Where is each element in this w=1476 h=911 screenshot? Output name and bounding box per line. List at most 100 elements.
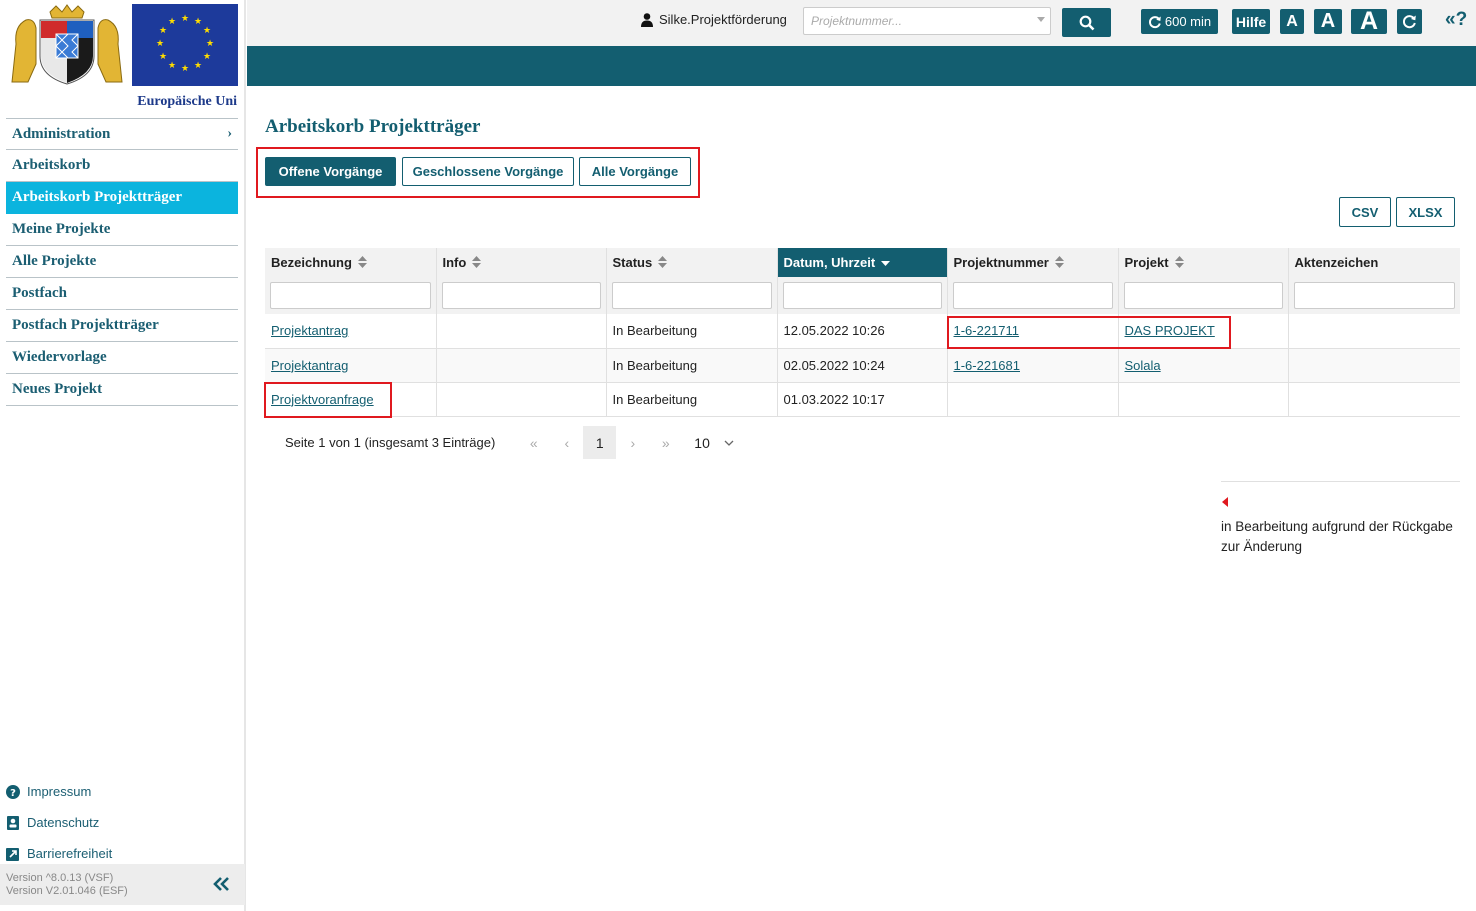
nav-item-label: Arbeitskorb Projektträger [12,189,183,205]
filter-open-button[interactable]: Offene Vorgänge [265,157,396,186]
user-icon [641,12,653,27]
bezeichnung-link[interactable]: Projektantrag [271,358,348,373]
reload-button[interactable] [1397,9,1422,34]
svg-text:★: ★ [194,17,202,27]
nav-item-postfach[interactable]: Postfach [6,278,238,310]
nav-item-postfach-projekttraeger[interactable]: Postfach Projektträger [6,310,238,342]
cell-projektnummer [946,382,1118,417]
project-number-search-input[interactable] [803,7,1051,35]
cell-datum: 01.03.2022 10:17 [776,382,947,417]
work-basket-table: Bezeichnung Info Status Datum, Uhrzeit P… [265,248,1460,417]
main-navigation: Administration › Arbeitskorb Arbeitskorb… [6,118,238,406]
page-title: Arbeitskorb Projektträger [265,116,481,137]
font-size-medium-button[interactable]: A [1314,9,1342,34]
filter-cell [435,277,606,314]
font-size-small-button[interactable]: A [1280,9,1304,34]
cell-datum: 02.05.2022 10:24 [776,348,947,383]
font-size-large-button[interactable]: A [1351,7,1387,35]
session-timer-button[interactable]: 600 min [1141,9,1218,34]
bavaria-coat-of-arms-logo [6,4,128,86]
cell-projekt [1117,382,1288,417]
version-info: Version ^8.0.13 (VSF) Version V2.01.046 … [6,872,128,898]
help-button[interactable]: Hilfe [1232,9,1270,34]
cell-status: In Bearbeitung [605,382,777,417]
cell-bezeichnung: Projektantrag [265,314,436,349]
cell-datum: 12.05.2022 10:26 [776,314,947,349]
filter-closed-button[interactable]: Geschlossene Vorgänge [402,157,574,186]
pagination: Seite 1 von 1 (insgesamt 3 Einträge) « ‹… [285,426,734,459]
refresh-icon [1148,15,1161,28]
export-xlsx-button[interactable]: XLSX [1396,197,1455,227]
column-header-bezeichnung[interactable]: Bezeichnung [265,248,436,277]
filter-aktenzeichen-input[interactable] [1293,282,1455,309]
column-header-projektnummer[interactable]: Projektnummer [946,248,1118,277]
cell-info [435,348,606,383]
filter-bezeichnung-input[interactable] [270,282,431,309]
filter-info-input[interactable] [441,282,601,309]
column-header-status[interactable]: Status [605,248,777,277]
next-page-button[interactable]: › [616,426,649,459]
nav-item-arbeitskorb-projekttraeger[interactable]: Arbeitskorb Projektträger [6,182,238,214]
svg-text:?: ? [10,788,16,799]
header-banner [247,46,1476,86]
nav-item-alle-projekte[interactable]: Alle Projekte [6,246,238,278]
nav-item-label: Meine Projekte [12,221,111,237]
column-header-projekt[interactable]: Projekt [1117,248,1288,277]
footer-link-label: Impressum [27,784,92,799]
bezeichnung-link[interactable]: Projektantrag [271,323,348,338]
nav-item-wiedervorlage[interactable]: Wiedervorlage [6,342,238,374]
filter-cell [946,277,1118,314]
bezeichnung-link[interactable]: Projektvoranfrage [271,392,374,407]
cell-bezeichnung: Projektvoranfrage [265,382,436,417]
filter-all-button[interactable]: Alle Vorgänge [579,157,691,186]
nav-item-label: Postfach Projektträger [12,317,159,333]
nav-item-meine-projekte[interactable]: Meine Projekte [6,214,238,246]
projektnummer-link[interactable]: 1-6-221711 [954,323,1020,338]
filter-projektnummer-input[interactable] [952,282,1113,309]
filter-projekt-input[interactable] [1123,282,1283,309]
nav-item-label: Postfach [12,285,67,301]
last-page-button[interactable]: » [649,426,682,459]
filter-cell [776,277,947,314]
filter-cell [265,277,436,314]
footer-link-label: Barrierefreiheit [27,846,113,861]
datenschutz-link[interactable]: Datenschutz [6,807,238,838]
help-panel-toggle[interactable]: «? [1445,9,1467,31]
eu-flag-logo: ★ ★ ★ ★ ★ ★ ★ ★ ★ ★ ★ ★ [132,4,238,86]
first-page-button[interactable]: « [517,426,550,459]
column-label: Aktenzeichen [1294,255,1379,270]
column-label: Projektnummer [953,255,1049,270]
projekt-link[interactable]: Solala [1125,358,1161,373]
svg-text:★: ★ [159,26,167,36]
svg-text:★: ★ [168,61,176,71]
impressum-link[interactable]: ? Impressum [6,776,238,807]
projektnummer-link[interactable]: 1-6-221681 [954,358,1021,373]
filter-status-input[interactable] [611,282,772,309]
column-header-datum[interactable]: Datum, Uhrzeit [776,248,947,277]
filter-datum-input[interactable] [782,282,942,309]
cell-info [435,314,606,349]
prev-page-button[interactable]: ‹ [550,426,583,459]
export-csv-button[interactable]: CSV [1339,197,1391,227]
cell-projektnummer: 1-6-221681 [946,348,1118,383]
cell-projekt: Solala [1117,348,1288,383]
cell-aktenzeichen [1287,382,1460,417]
nav-item-label: Alle Projekte [12,253,97,269]
page-button-current[interactable]: 1 [583,426,617,459]
column-header-info[interactable]: Info [435,248,606,277]
svg-text:★: ★ [181,14,189,24]
current-user[interactable]: Silke.Projektförderung [641,12,787,27]
nav-item-neues-projekt[interactable]: Neues Projekt [6,374,238,406]
search-icon [1079,15,1094,30]
user-name: Silke.Projektförderung [659,12,787,27]
nav-item-arbeitskorb[interactable]: Arbeitskorb [6,150,238,182]
nav-item-administration[interactable]: Administration › [6,118,238,150]
collapse-sidebar-icon[interactable] [210,874,232,894]
page-size-value: 10 [694,434,710,451]
projekt-link[interactable]: DAS PROJEKT [1125,323,1215,338]
svg-text:★: ★ [194,61,202,71]
search-button[interactable] [1062,8,1111,37]
caret-down-icon [1037,17,1045,22]
sort-icon [658,256,668,268]
page-size-select[interactable]: 10 [694,435,734,451]
